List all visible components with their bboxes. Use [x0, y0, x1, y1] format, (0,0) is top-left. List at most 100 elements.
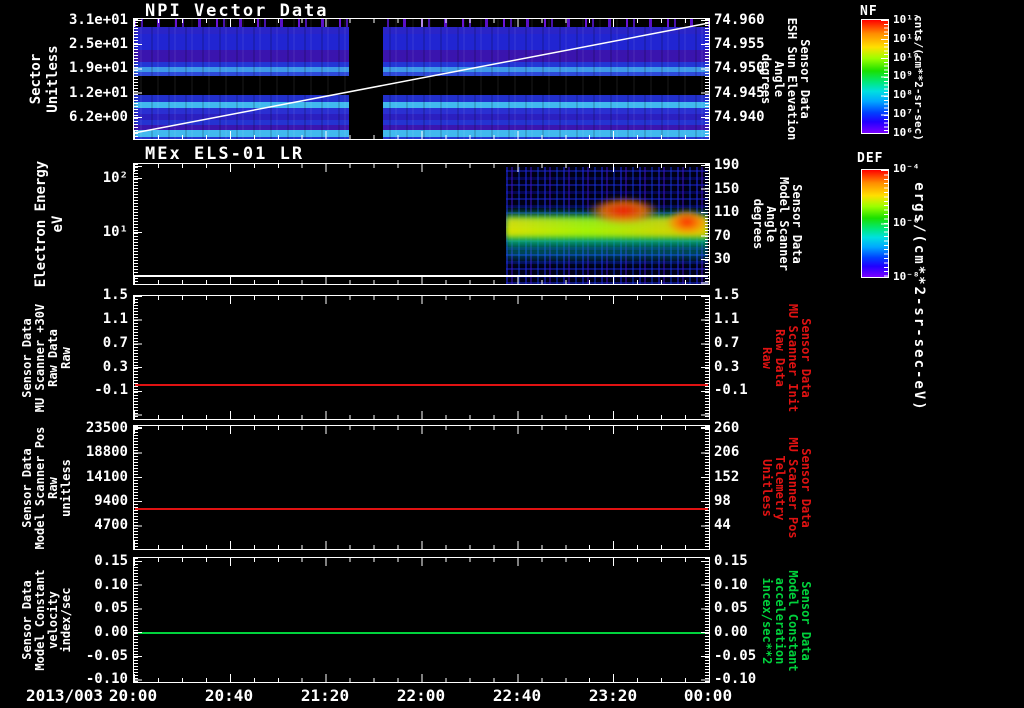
tick-marks	[701, 558, 709, 682]
y2-tick-label: 74.940	[714, 109, 765, 125]
x-tick-label: 00:00	[683, 686, 733, 705]
panel4-y-axis-label: Sensor Data Model Scanner Pos Raw unitle…	[19, 418, 75, 558]
y-tick-label: 1.5	[102, 287, 128, 303]
tick-marks	[701, 296, 709, 419]
x-tick-label: 20:40	[204, 686, 254, 705]
colorbar-def	[861, 169, 889, 278]
tick-marks	[701, 426, 709, 549]
els-heatmap-fringe	[506, 251, 708, 265]
y-tick-label: 0.7	[102, 335, 128, 351]
tick-marks	[134, 674, 709, 682]
y-tick-label: 0.00	[94, 624, 128, 640]
x-tick-label: 21:20	[300, 686, 350, 705]
y-tick-label: -0.05	[85, 648, 128, 664]
y2-tick-label: 0.7	[714, 335, 740, 351]
x-tick-label: 23:20	[588, 686, 638, 705]
tick-marks	[134, 411, 709, 419]
y2-tick-label: 0.10	[714, 577, 748, 593]
y2-tick-label: 74.955	[714, 36, 765, 52]
tick-marks	[134, 558, 709, 566]
tick-marks	[134, 164, 709, 172]
unit-text: ergs/(cm**2-sr-sec-eV)	[911, 182, 928, 412]
axis-label-line: index/sec	[59, 587, 73, 653]
y-tick-label: 0.05	[94, 600, 128, 616]
plot-page: NPI Vector Data MEx ELS-01 LR Sector Uni…	[0, 0, 1024, 708]
tick-marks	[134, 541, 709, 549]
x-tick-label: 22:40	[492, 686, 542, 705]
y2-tick-label: 70	[714, 228, 731, 244]
y-tick-label: 1.2e+01	[68, 85, 128, 101]
sun-elevation-line	[134, 22, 709, 134]
y2-tick-label: 260	[714, 420, 740, 436]
y2-tick-label: 0.15	[714, 553, 748, 569]
y-tick-label: 18800	[85, 444, 128, 460]
y2-tick-label: 190	[714, 157, 740, 173]
y2-tick-label: -0.1	[714, 382, 748, 398]
y-tick-label: 14100	[85, 469, 128, 485]
y-tick-label: 6.2e+00	[68, 109, 128, 125]
y-tick-label: 23500	[85, 420, 128, 436]
panel-mu-scanner-30v	[133, 295, 710, 420]
colorbar-def-unit: ergs/(cm**2-sr-sec-eV)	[911, 162, 928, 432]
panel-model-scanner-pos	[133, 425, 710, 550]
y-tick-label: 1.9e+01	[68, 60, 128, 76]
axis-label-line: Sensor Data	[799, 581, 813, 661]
panel2-title: MEx ELS-01 LR	[145, 144, 305, 164]
y-tick-label: 10²	[102, 170, 128, 186]
tick-marks	[134, 131, 709, 139]
panel3-y-axis-label: Sensor Data MU Scanner +30V Raw Data Raw	[19, 288, 75, 428]
tick-marks	[134, 19, 142, 139]
y-tick-label: 0.3	[102, 359, 128, 375]
axis-label-line: unitless	[59, 459, 73, 517]
tick-marks	[134, 558, 142, 682]
x-tick-label: 22:00	[396, 686, 446, 705]
panel5-y-axis-label: Sensor Data Model Constant velocity inde…	[19, 550, 75, 690]
y2-tick-label: 152	[714, 469, 740, 485]
tick-marks	[881, 170, 888, 277]
tick-marks	[134, 19, 709, 27]
y-tick-label: 1.1	[102, 311, 128, 327]
axis-label-line: Raw	[59, 347, 73, 369]
tick-marks	[881, 20, 888, 133]
y2-tick-label: 110	[714, 204, 740, 220]
y-tick-label: 0.15	[94, 553, 128, 569]
panel-model-constant-velocity	[133, 557, 710, 683]
y2-tick-label: 0.05	[714, 600, 748, 616]
colorbar-nf	[861, 19, 889, 134]
els-heatmap	[506, 167, 708, 284]
y-tick-label: 0.10	[94, 577, 128, 593]
y2-tick-label: -0.10	[714, 671, 757, 687]
y2-tick-label: 74.950	[714, 60, 765, 76]
colorbar-nf-title: NF	[860, 4, 878, 19]
y-tick-label: -0.1	[94, 382, 128, 398]
y2-tick-label: 98	[714, 493, 731, 509]
tick-marks	[134, 426, 142, 549]
tick-marks	[134, 296, 709, 304]
panel-npi-spectrogram	[133, 18, 710, 140]
tick-marks	[134, 164, 142, 284]
data-line-red	[135, 508, 708, 510]
y-tick-label: 9400	[94, 493, 128, 509]
y2-tick-label: 74.945	[714, 85, 765, 101]
data-line-green	[135, 632, 708, 634]
data-line-red	[135, 384, 708, 386]
tick-marks	[701, 19, 709, 139]
tick-marks	[701, 164, 709, 284]
y2-tick-label: 1.1	[714, 311, 740, 327]
y2-tick-label: 206	[714, 444, 740, 460]
tick-marks	[134, 296, 142, 419]
x-axis-date: 2013/003	[26, 686, 104, 705]
y2-tick-label: 30	[714, 251, 731, 267]
colorbar-def-title: DEF	[857, 151, 884, 166]
y-tick-label: 3.1e+01	[68, 12, 128, 28]
y2-tick-label: 44	[714, 517, 731, 533]
y2-tick-label: 74.960	[714, 12, 765, 28]
panel-els-spectrogram	[133, 163, 710, 285]
x-tick-label: 20:00	[108, 686, 158, 705]
y-tick-label: -0.10	[85, 671, 128, 687]
y-tick-label: 10¹	[102, 224, 128, 240]
tick-marks	[134, 426, 709, 434]
y2-tick-label: -0.05	[714, 648, 757, 664]
tick-marks	[134, 276, 709, 284]
y2-tick-label: 0.3	[714, 359, 740, 375]
